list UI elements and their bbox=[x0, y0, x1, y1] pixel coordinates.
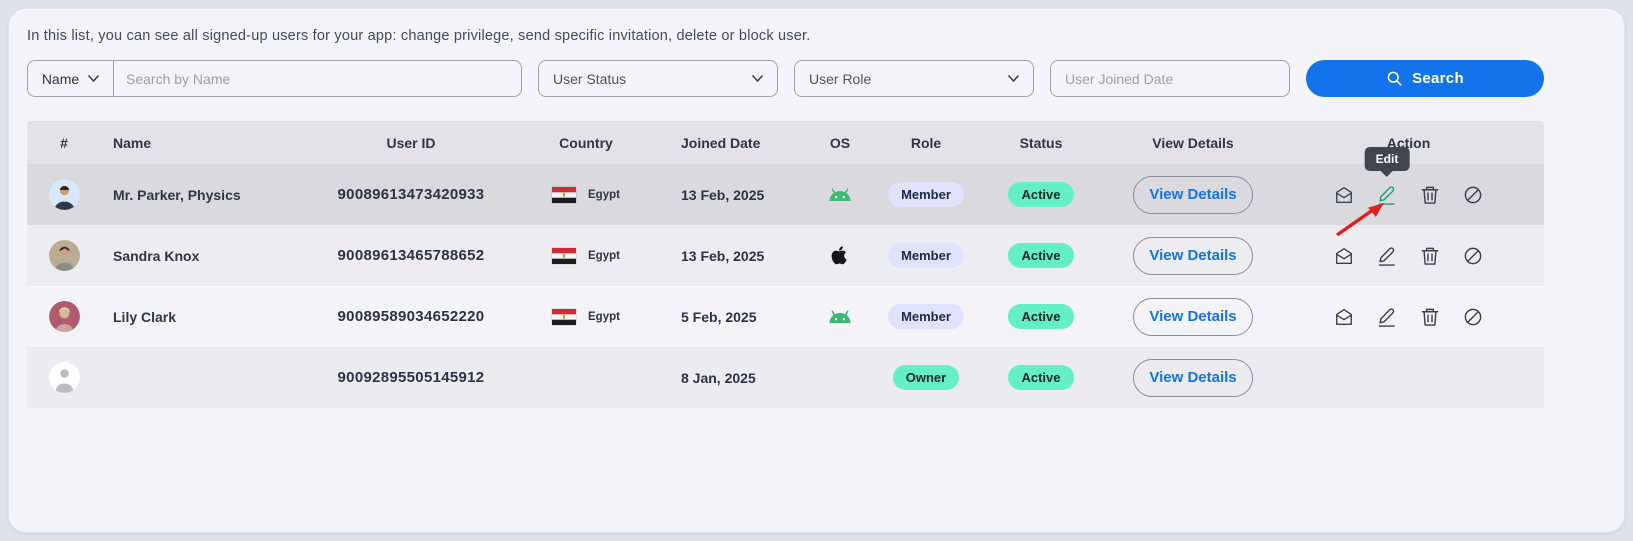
header-status: Status bbox=[969, 135, 1113, 151]
edit-button[interactable] bbox=[1377, 245, 1397, 267]
avatar bbox=[49, 240, 80, 271]
header-user-id: User ID bbox=[331, 135, 491, 151]
country-label: Egypt bbox=[588, 311, 620, 323]
header-os: OS bbox=[797, 135, 883, 151]
header-joined-date: Joined Date bbox=[681, 135, 797, 151]
edit-icon bbox=[1377, 183, 1397, 207]
table-row: Sandra Knox 90089613465788652 Egypt 13 F… bbox=[27, 225, 1544, 286]
mail-button[interactable] bbox=[1334, 245, 1354, 267]
joined-date: 8 Jan, 2025 bbox=[681, 370, 797, 386]
search-button[interactable]: Search bbox=[1306, 60, 1544, 97]
user-status-select[interactable]: User Status bbox=[538, 60, 778, 97]
user-status-select-label: User Status bbox=[553, 71, 626, 87]
users-list-card: In this list, you can see all signed-up … bbox=[8, 8, 1625, 533]
user-name: Lily Clark bbox=[113, 309, 176, 325]
search-button-label: Search bbox=[1412, 70, 1464, 87]
egypt-flag-icon bbox=[552, 309, 576, 325]
edit-button[interactable] bbox=[1377, 184, 1397, 206]
apple-icon bbox=[831, 245, 849, 266]
chevron-down-icon bbox=[1008, 75, 1019, 82]
user-id: 90089613473420933 bbox=[331, 186, 491, 203]
table-row: 90092895505145912 8 Jan, 2025 Owner Acti… bbox=[27, 347, 1544, 408]
view-details-button[interactable]: View Details bbox=[1133, 298, 1253, 336]
trash-icon bbox=[1420, 184, 1440, 206]
page-description: In this list, you can see all signed-up … bbox=[27, 28, 810, 44]
edit-tooltip: Edit bbox=[1365, 147, 1410, 171]
role-badge: Member bbox=[888, 304, 964, 329]
status-badge: Active bbox=[1008, 182, 1073, 207]
joined-date: 5 Feb, 2025 bbox=[681, 309, 797, 325]
users-table: # Name User ID Country Joined Date OS Ro… bbox=[27, 121, 1544, 408]
delete-button[interactable] bbox=[1420, 245, 1440, 267]
search-input[interactable] bbox=[114, 61, 521, 96]
delete-button[interactable] bbox=[1420, 184, 1440, 206]
view-details-button[interactable]: View Details bbox=[1133, 176, 1253, 214]
user-name: Mr. Parker, Physics bbox=[113, 187, 241, 203]
block-icon bbox=[1463, 184, 1483, 206]
mail-icon bbox=[1334, 245, 1354, 267]
block-button[interactable] bbox=[1463, 306, 1483, 328]
mail-icon bbox=[1334, 306, 1354, 328]
search-icon bbox=[1386, 70, 1403, 87]
header-role: Role bbox=[883, 135, 969, 151]
block-icon bbox=[1463, 245, 1483, 267]
view-details-button[interactable]: View Details bbox=[1133, 237, 1253, 275]
edit-icon bbox=[1377, 305, 1397, 329]
mail-icon bbox=[1334, 184, 1354, 206]
header-index: # bbox=[27, 135, 101, 151]
search-field-selector-label: Name bbox=[42, 71, 79, 87]
status-badge: Active bbox=[1008, 304, 1073, 329]
user-role-select-label: User Role bbox=[809, 71, 871, 87]
user-name: Sandra Knox bbox=[113, 248, 199, 264]
user-id: 90092895505145912 bbox=[331, 369, 491, 386]
user-id: 90089613465788652 bbox=[331, 247, 491, 264]
block-button[interactable] bbox=[1463, 184, 1483, 206]
delete-button[interactable] bbox=[1420, 306, 1440, 328]
block-button[interactable] bbox=[1463, 245, 1483, 267]
user-id: 90089589034652220 bbox=[331, 308, 491, 325]
avatar bbox=[49, 301, 80, 332]
android-icon bbox=[828, 310, 852, 324]
chevron-down-icon bbox=[88, 75, 99, 82]
block-icon bbox=[1463, 306, 1483, 328]
status-badge: Active bbox=[1008, 243, 1073, 268]
edit-button[interactable] bbox=[1377, 306, 1397, 328]
name-search-group: Name bbox=[27, 60, 522, 97]
country-label: Egypt bbox=[588, 189, 620, 201]
mail-button[interactable] bbox=[1334, 184, 1354, 206]
country-label: Egypt bbox=[588, 250, 620, 262]
egypt-flag-icon bbox=[552, 248, 576, 264]
user-role-select[interactable]: User Role bbox=[794, 60, 1034, 97]
header-country: Country bbox=[491, 135, 681, 151]
role-badge: Member bbox=[888, 182, 964, 207]
android-icon bbox=[828, 188, 852, 202]
trash-icon bbox=[1420, 245, 1440, 267]
filter-bar: Name User Status User Role Search bbox=[27, 60, 1544, 97]
table-header-row: # Name User ID Country Joined Date OS Ro… bbox=[27, 121, 1544, 164]
mail-button[interactable] bbox=[1334, 306, 1354, 328]
trash-icon bbox=[1420, 306, 1440, 328]
joined-date: 13 Feb, 2025 bbox=[681, 187, 797, 203]
table-row: Lily Clark 90089589034652220 Egypt 5 Feb… bbox=[27, 286, 1544, 347]
avatar bbox=[49, 179, 80, 210]
status-badge: Active bbox=[1008, 365, 1073, 390]
avatar-placeholder bbox=[49, 362, 80, 393]
joined-date: 13 Feb, 2025 bbox=[681, 248, 797, 264]
header-name: Name bbox=[101, 135, 331, 151]
header-view-details: View Details bbox=[1113, 135, 1273, 151]
role-badge: Member bbox=[888, 243, 964, 268]
joined-date-input[interactable] bbox=[1050, 60, 1290, 97]
table-row: Mr. Parker, Physics 90089613473420933 Eg… bbox=[27, 164, 1544, 225]
view-details-button[interactable]: View Details bbox=[1133, 359, 1253, 397]
edit-icon bbox=[1377, 244, 1397, 268]
chevron-down-icon bbox=[752, 75, 763, 82]
egypt-flag-icon bbox=[552, 187, 576, 203]
search-field-selector[interactable]: Name bbox=[28, 61, 114, 96]
role-badge: Owner bbox=[893, 365, 959, 390]
